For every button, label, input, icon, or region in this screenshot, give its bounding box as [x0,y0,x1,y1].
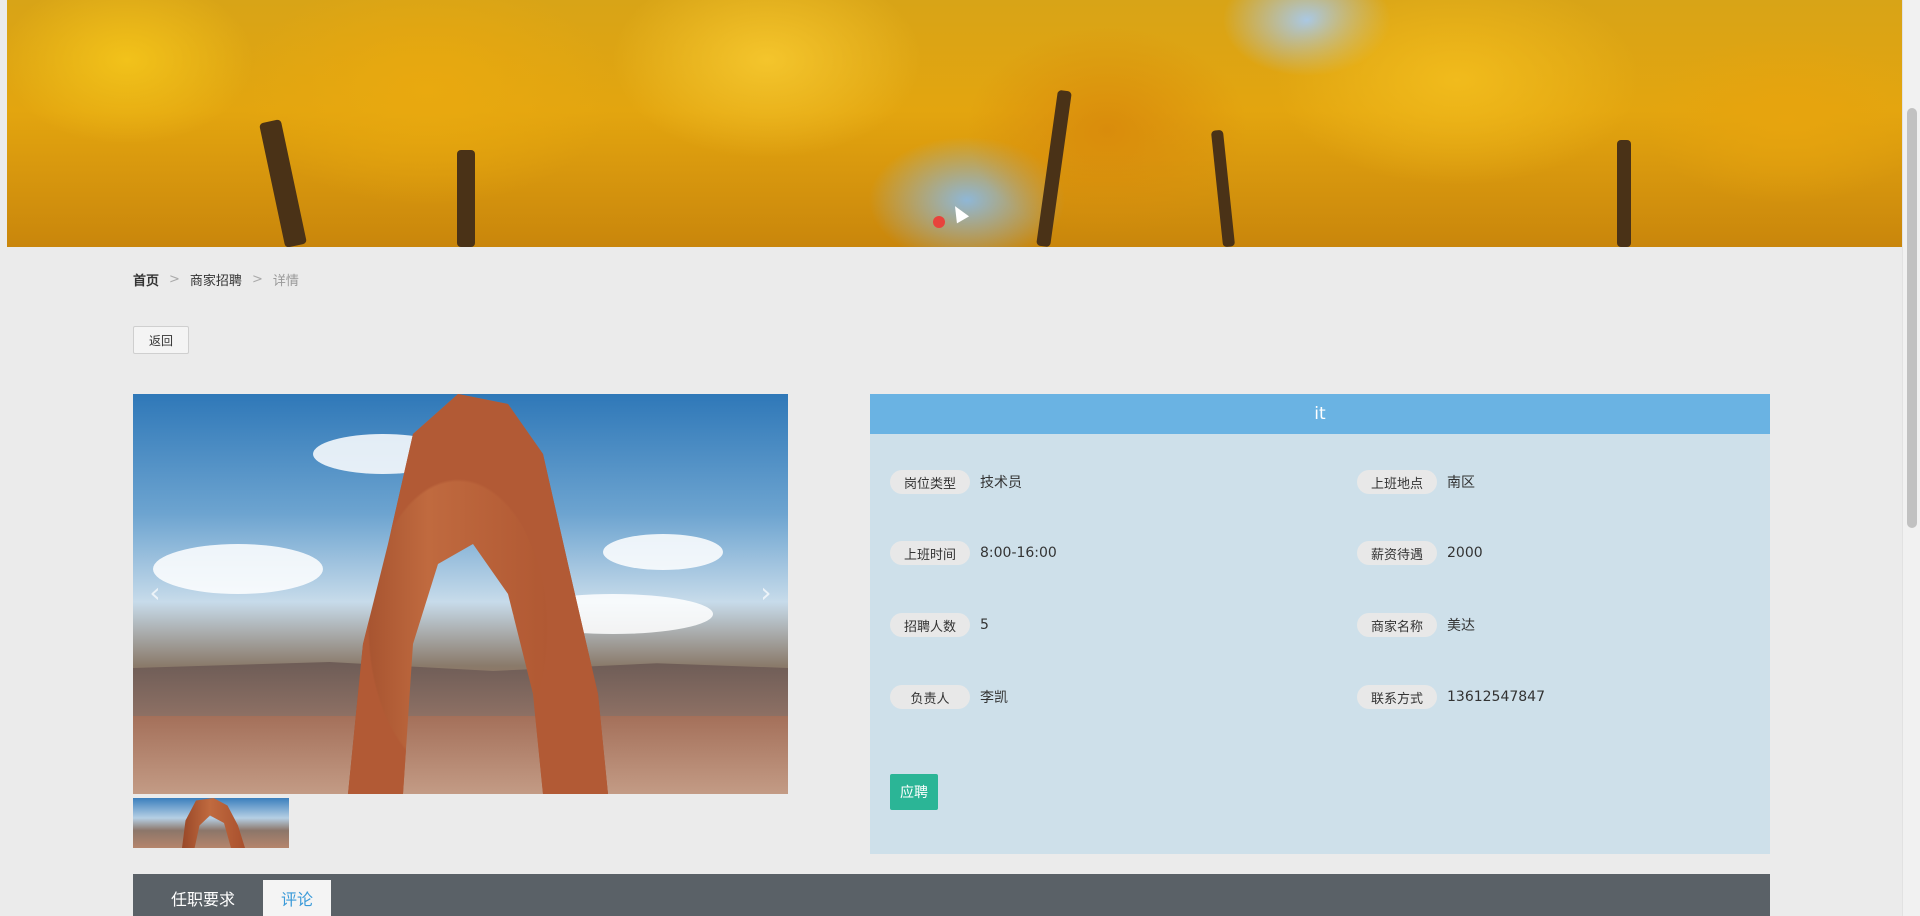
info-label: 薪资待遇 [1357,541,1437,565]
info-label: 岗位类型 [890,470,970,494]
info-label: 上班地点 [1357,470,1437,494]
tab-comments[interactable]: 评论 [263,880,332,916]
breadcrumb-current: 详情 [272,274,299,289]
mesa-landscape [133,662,788,716]
tree-trunk [259,119,307,247]
info-row-phone: 联系方式 13612547847 [1357,685,1545,709]
carousel-next-icon[interactable]: › [754,572,778,612]
carousel-indicator-dot[interactable] [933,216,945,228]
tree-trunk [457,150,475,247]
ground [133,716,788,794]
tree-trunk [1036,89,1072,247]
info-row-headcount: 招聘人数 5 [890,613,989,637]
info-value: 13612547847 [1447,689,1545,705]
info-row-merchant: 商家名称 美达 [1357,613,1475,637]
breadcrumb: 首页 > 商家招聘 > 详情 [133,270,299,289]
info-value: 8:00-16:00 [980,545,1057,561]
info-value: 技术员 [980,475,1022,491]
info-value: 美达 [1447,618,1475,634]
info-row-salary: 薪资待遇 2000 [1357,541,1483,565]
tree-trunk [1210,129,1236,247]
info-label: 商家名称 [1357,613,1437,637]
info-label: 负责人 [890,685,970,709]
cloud [153,544,323,594]
breadcrumb-home[interactable]: 首页 [133,270,159,289]
job-image-carousel: ‹ › [133,394,788,794]
info-value: 5 [980,617,989,633]
back-button[interactable]: 返回 [133,326,189,354]
detail-tabs: 任职要求 评论 [133,874,1770,916]
scrollbar-thumb[interactable] [1907,108,1917,528]
info-row-position-type: 岗位类型 技术员 [890,470,1022,494]
cloud [603,534,723,570]
page-scrollbar[interactable] [1902,0,1920,916]
info-label: 招聘人数 [890,613,970,637]
breadcrumb-separator: > [169,272,180,287]
tree-trunk [1617,140,1631,247]
carousel-prev-icon[interactable]: ‹ [143,572,167,612]
info-label: 上班时间 [890,541,970,565]
breadcrumb-section[interactable]: 商家招聘 [190,270,242,289]
info-row-work-hours: 上班时间 8:00-16:00 [890,541,1057,565]
image-thumbnail[interactable] [133,798,289,848]
info-value: 李凯 [980,690,1008,706]
rock-arch [182,798,245,848]
breadcrumb-separator: > [251,272,263,287]
job-info-panel: it 岗位类型 技术员 上班地点 南区 上班时间 8:00-16:00 薪资待遇… [870,394,1770,854]
job-title: it [870,394,1770,434]
tab-requirements[interactable]: 任职要求 [153,880,253,916]
info-value: 南区 [1447,475,1475,491]
info-label: 联系方式 [1357,685,1437,709]
info-row-contact-person: 负责人 李凯 [890,685,1008,709]
apply-button[interactable]: 应聘 [890,774,938,810]
info-value: 2000 [1447,545,1483,561]
info-row-location: 上班地点 南区 [1357,470,1475,494]
